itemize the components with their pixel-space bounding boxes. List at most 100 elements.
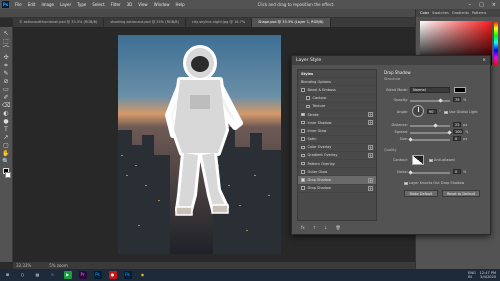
spread-slider-handle[interactable] [447,130,452,135]
tab-document-3[interactable]: city-skyline-night.jpg @ 16.7% [186,18,253,27]
spread-slider[interactable] [410,132,450,134]
style-item-blending-options[interactable]: Blending Options [298,78,376,87]
maximize-icon[interactable]: □ [479,2,484,8]
noise-input[interactable]: 0 [453,169,461,174]
tab-document-1[interactable]: © astronautthumbnail.psd @ 33.3% (RGB/8) [13,18,105,27]
eyedropper-tool-icon[interactable]: ✎ [2,70,10,77]
style-checkbox[interactable] [301,161,305,166]
style-checkbox[interactable] [306,96,310,100]
rectangle-tool-icon[interactable]: ▢ [2,142,10,149]
style-item-contour[interactable]: Contour [298,95,376,103]
photoshop-icon-2[interactable]: Ps [123,271,132,279]
add-style-icon[interactable]: + [368,112,373,118]
style-item-drop-shadow-2[interactable]: Drop Shadow + [298,185,376,193]
marquee-tool-icon[interactable]: ⬚ [2,38,10,45]
add-style-icon[interactable]: + [368,120,373,126]
noise-slider-handle[interactable] [408,170,413,175]
tab-document-2[interactable]: shooting astronaut.psd @ 25% (RGB/8) [104,18,186,27]
distance-slider-handle[interactable] [433,123,438,128]
clock[interactable]: 12:47 PM 5/4/2020 [480,271,496,279]
zoom-level[interactable]: 33.33% [16,263,31,268]
blend-mode-select[interactable]: Normal [410,87,450,93]
opacity-slider[interactable] [410,100,450,102]
add-style-icon[interactable]: + [368,152,373,158]
style-item-outer-glow[interactable]: Outer Glow [298,168,376,177]
opacity-slider-handle[interactable] [438,98,443,103]
move-tool-icon[interactable]: ↖ [2,30,10,37]
menu-3d[interactable]: 3D [124,2,136,7]
close-icon[interactable]: × [482,56,490,65]
hand-tool-icon[interactable]: ✋ [2,150,10,157]
distance-input[interactable]: 22 [453,122,461,127]
move-down-icon[interactable]: ↓ [324,225,327,230]
photoshop-icon[interactable]: Ps [93,271,102,279]
tab-patterns[interactable]: Patterns [472,11,486,15]
minimize-icon[interactable]: – [469,2,472,8]
healing-tool-icon[interactable]: ⊘ [2,78,10,85]
tab-color[interactable]: Color [420,11,429,15]
menu-window[interactable]: Window [151,2,173,7]
angle-input[interactable]: 90 [427,109,437,114]
distance-slider[interactable] [410,125,450,127]
edge-browser-icon[interactable]: e [49,271,57,279]
lasso-tool-icon[interactable]: ⌒ [2,46,10,53]
type-tool-icon[interactable]: T [2,126,10,133]
menu-file[interactable]: File [12,2,25,7]
zoom-tool-icon[interactable]: 🔍 [2,158,10,165]
style-checkbox[interactable] [301,120,305,125]
menu-edit[interactable]: Edit [25,2,39,7]
style-checkbox[interactable] [301,178,305,182]
style-checkbox[interactable] [306,104,310,109]
style-item-inner-shadow[interactable]: Inner Shadow + [298,119,376,128]
style-item-satin[interactable]: Satin [298,136,376,144]
size-slider[interactable] [410,139,450,141]
tab-swatches[interactable]: Swatches [432,11,449,15]
knockout-checkbox[interactable] [404,181,408,185]
close-icon[interactable]: × [492,2,496,8]
tab-document-active[interactable]: Shape.psd @ 33.3% (Layer 1, RGB/8) [252,18,331,27]
spread-input[interactable]: 100 [453,129,463,134]
style-checkbox[interactable] [301,145,305,150]
path-select-tool-icon[interactable]: ↗ [2,134,10,141]
style-checkbox[interactable] [301,186,305,190]
style-item-bevel-emboss[interactable]: Bevel & Emboss [298,86,376,95]
dialog-title-bar[interactable]: Layer Style × [292,56,490,65]
style-checkbox[interactable] [301,88,305,92]
anti-aliased-checkbox[interactable] [429,158,433,162]
style-checkbox[interactable] [301,112,305,117]
background-color-swatch[interactable] [4,172,11,178]
style-item-stroke[interactable]: Stroke + [298,111,376,120]
move-up-icon[interactable]: ↑ [313,225,316,230]
style-item-color-overlay[interactable]: Color Overlay + [298,144,376,152]
shadow-color-swatch[interactable] [454,87,466,93]
size-slider-handle[interactable] [408,137,413,142]
task-view-icon[interactable]: ▤ [34,271,42,279]
style-checkbox[interactable] [301,153,305,158]
style-item-drop-shadow[interactable]: Drop Shadow + [298,176,376,185]
tab-gradients[interactable]: Gradients [452,11,469,15]
style-item-gradient-overlay[interactable]: Gradient Overlay + [298,152,376,161]
record-app-icon[interactable]: ● [108,271,117,279]
add-style-icon[interactable]: + [368,177,373,183]
menu-select[interactable]: Select [89,2,107,7]
reset-default-button[interactable]: Reset to Default [442,190,480,197]
add-style-icon[interactable]: + [368,185,373,191]
global-light-checkbox[interactable] [444,110,448,114]
menu-filter[interactable]: Filter [108,2,124,7]
document-canvas[interactable] [118,35,281,254]
chrome-icon[interactable]: ◉ [139,271,147,279]
eraser-tool-icon[interactable]: ⌫ [2,102,10,109]
contour-preview[interactable] [412,155,424,165]
premiere-pro-icon[interactable]: Pr [78,271,87,279]
style-checkbox[interactable] [301,129,305,133]
add-style-icon[interactable]: + [368,144,373,150]
trash-icon[interactable]: 🗑 [336,225,341,230]
gradient-tool-icon[interactable]: ◐ [2,110,10,117]
fx-icon[interactable]: fx [301,225,305,230]
angle-dial-icon[interactable] [412,105,424,117]
style-item-texture[interactable]: Texture [298,103,376,111]
dodge-tool-icon[interactable]: ● [2,118,10,125]
size-input[interactable]: 0 [453,136,461,141]
clone-stamp-tool-icon[interactable]: ✐ [2,94,10,101]
language-indicator[interactable]: ENG IN [468,271,476,279]
